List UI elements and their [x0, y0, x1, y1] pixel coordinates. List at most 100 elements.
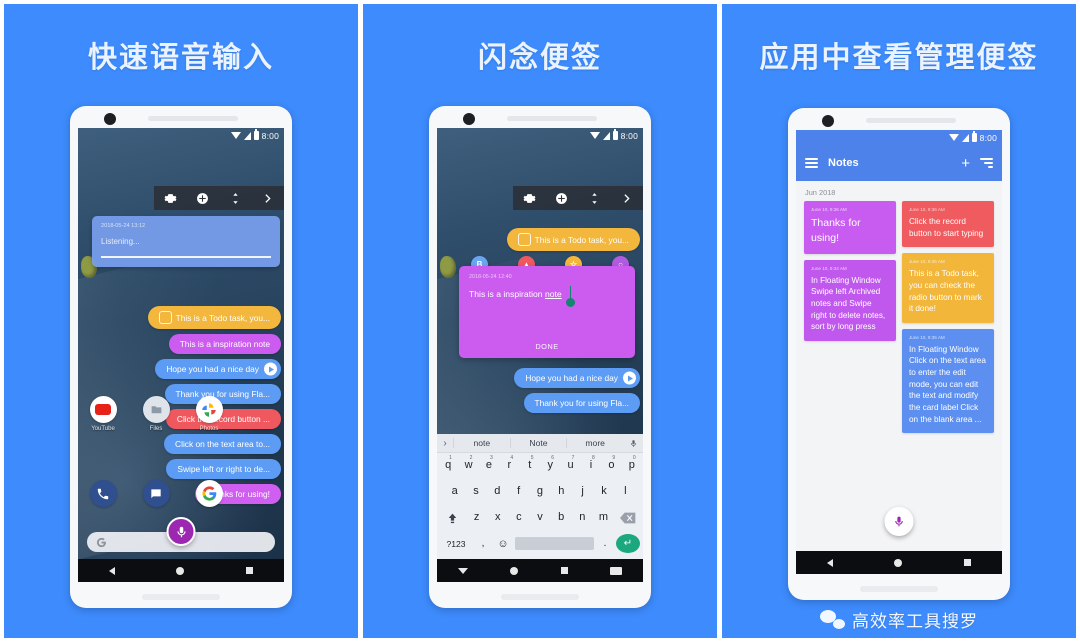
bubble-nice-day[interactable]: Hope you had a nice day — [514, 368, 640, 388]
key-x[interactable]: x — [488, 508, 507, 528]
key-c[interactable]: c — [509, 508, 528, 528]
note-card[interactable]: June 10, 9:34 AM In Floating Window Swip… — [804, 259, 896, 342]
todo-checkbox-icon[interactable] — [517, 233, 531, 246]
keyboard-icon[interactable] — [609, 566, 622, 575]
play-icon[interactable] — [264, 362, 277, 376]
key-k[interactable]: k — [594, 482, 613, 502]
shift-up-icon[interactable] — [439, 508, 465, 528]
home-circle-icon[interactable] — [894, 558, 903, 567]
key-m[interactable]: m — [594, 508, 613, 528]
suggestion-3[interactable]: more — [566, 438, 623, 448]
app-youtube[interactable]: YouTube — [88, 396, 118, 432]
floating-toolbar-2[interactable] — [513, 186, 643, 210]
plus-icon[interactable]: + — [961, 156, 970, 171]
listening-card[interactable]: 2018-05-24 13:12 Listening... — [92, 216, 280, 267]
app-messages[interactable] — [141, 480, 171, 507]
key-d[interactable]: d — [488, 482, 507, 502]
enter-return-icon[interactable]: ↵ — [616, 534, 640, 553]
bubble-text-area[interactable]: Click on the text area to... — [164, 434, 281, 454]
emoji-smiley-icon[interactable]: ☺ — [494, 538, 512, 550]
key-a[interactable]: a — [445, 482, 464, 502]
key-h[interactable]: h — [552, 482, 571, 502]
chevron-right-icon[interactable]: › — [437, 438, 453, 449]
plus-circle-icon[interactable] — [555, 192, 568, 205]
app-google[interactable] — [194, 480, 224, 507]
note-card[interactable]: June 10, 9:36 AM This is a Todo task, yo… — [902, 253, 994, 323]
comma-key[interactable]: , — [475, 538, 491, 549]
app-files[interactable]: Files — [141, 396, 171, 432]
key-i[interactable]: 8i — [582, 455, 600, 476]
done-button[interactable]: DONE — [459, 342, 635, 351]
key-v[interactable]: v — [530, 508, 549, 528]
note-card[interactable]: June 10, 9:36 AM Click the record button… — [902, 201, 994, 248]
todo-checkbox-icon[interactable] — [158, 311, 172, 324]
suggestion-2[interactable]: Note — [509, 438, 567, 448]
home-circle-icon[interactable] — [510, 566, 519, 575]
note-edit-card[interactable]: 2018-05-24 12:40 This is a inspiration n… — [459, 266, 635, 358]
messages-icon[interactable] — [142, 480, 170, 507]
battery-icon — [971, 131, 977, 142]
voice-record-fab[interactable] — [884, 507, 914, 536]
bubble-inspiration[interactable]: This is a inspiration note — [168, 334, 281, 354]
bubble-todo[interactable]: This is a Todo task, you... — [506, 228, 640, 251]
key-y[interactable]: 6y — [541, 455, 559, 476]
sort-icon[interactable] — [980, 158, 993, 168]
recents-square-icon[interactable] — [560, 567, 568, 574]
photos-icon[interactable] — [195, 396, 223, 423]
key-u[interactable]: 7u — [561, 455, 579, 476]
gear-icon[interactable] — [523, 192, 536, 205]
key-l[interactable]: l — [616, 482, 635, 502]
key-w[interactable]: 2w — [459, 455, 477, 476]
chevron-right-icon[interactable] — [261, 192, 274, 205]
edit-card-text[interactable]: This is a inspiration note — [469, 289, 625, 299]
app-phone[interactable] — [88, 480, 118, 507]
hamburger-menu-icon[interactable] — [805, 158, 818, 168]
play-icon[interactable] — [623, 371, 636, 385]
google-icon[interactable] — [195, 480, 223, 507]
youtube-icon[interactable] — [89, 396, 117, 423]
key-r[interactable]: 4r — [500, 455, 518, 476]
bubble-swipe[interactable]: Swipe left or right to de... — [166, 459, 281, 479]
phone-icon[interactable] — [89, 480, 117, 507]
files-icon[interactable] — [142, 396, 170, 423]
floating-toolbar-1[interactable] — [154, 186, 284, 210]
space-key[interactable] — [515, 537, 594, 550]
app-photos[interactable]: Photos — [194, 396, 224, 432]
symbols-key[interactable]: ?123 — [440, 539, 472, 549]
key-t[interactable]: 5t — [521, 455, 539, 476]
microphone-icon[interactable] — [623, 438, 643, 449]
voice-record-fab[interactable] — [166, 517, 196, 546]
key-o[interactable]: 9o — [602, 455, 620, 476]
back-triangle-icon[interactable] — [108, 566, 115, 575]
plus-circle-icon[interactable] — [196, 192, 209, 205]
key-j[interactable]: j — [573, 482, 592, 502]
bubble-thank-you[interactable]: Thank you for using Fla... — [523, 393, 640, 413]
key-g[interactable]: g — [530, 482, 549, 502]
key-n[interactable]: n — [573, 508, 592, 528]
updown-arrows-icon[interactable] — [229, 192, 242, 205]
hide-keyboard-icon[interactable] — [458, 567, 469, 574]
recents-square-icon[interactable] — [246, 567, 254, 574]
gear-icon[interactable] — [164, 192, 177, 205]
key-s[interactable]: s — [466, 482, 485, 502]
key-p[interactable]: 0p — [623, 455, 641, 476]
key-z[interactable]: z — [467, 508, 486, 528]
key-f[interactable]: f — [509, 482, 528, 502]
note-card[interactable]: June 10, 9:35 AM In Floating Window Clic… — [902, 328, 994, 434]
text-cursor-handle[interactable] — [566, 286, 575, 307]
suggestion-1[interactable]: note — [453, 438, 510, 448]
bubble-todo[interactable]: This is a Todo task, you... — [147, 306, 281, 329]
bubble-nice-day[interactable]: Hope you had a nice day — [155, 359, 281, 379]
phone-chin — [501, 594, 579, 600]
key-b[interactable]: b — [552, 508, 571, 528]
key-q[interactable]: 1q — [439, 455, 457, 476]
back-triangle-icon[interactable] — [826, 558, 833, 567]
note-card[interactable]: June 10, 9:36 AM Thanks for using! — [804, 201, 896, 254]
recents-square-icon[interactable] — [964, 559, 972, 566]
backspace-icon[interactable] — [615, 508, 641, 528]
key-e[interactable]: 3e — [480, 455, 498, 476]
chevron-right-icon[interactable] — [620, 192, 633, 205]
home-circle-icon[interactable] — [176, 566, 185, 575]
updown-arrows-icon[interactable] — [588, 192, 601, 205]
period-key[interactable]: . — [597, 538, 613, 549]
